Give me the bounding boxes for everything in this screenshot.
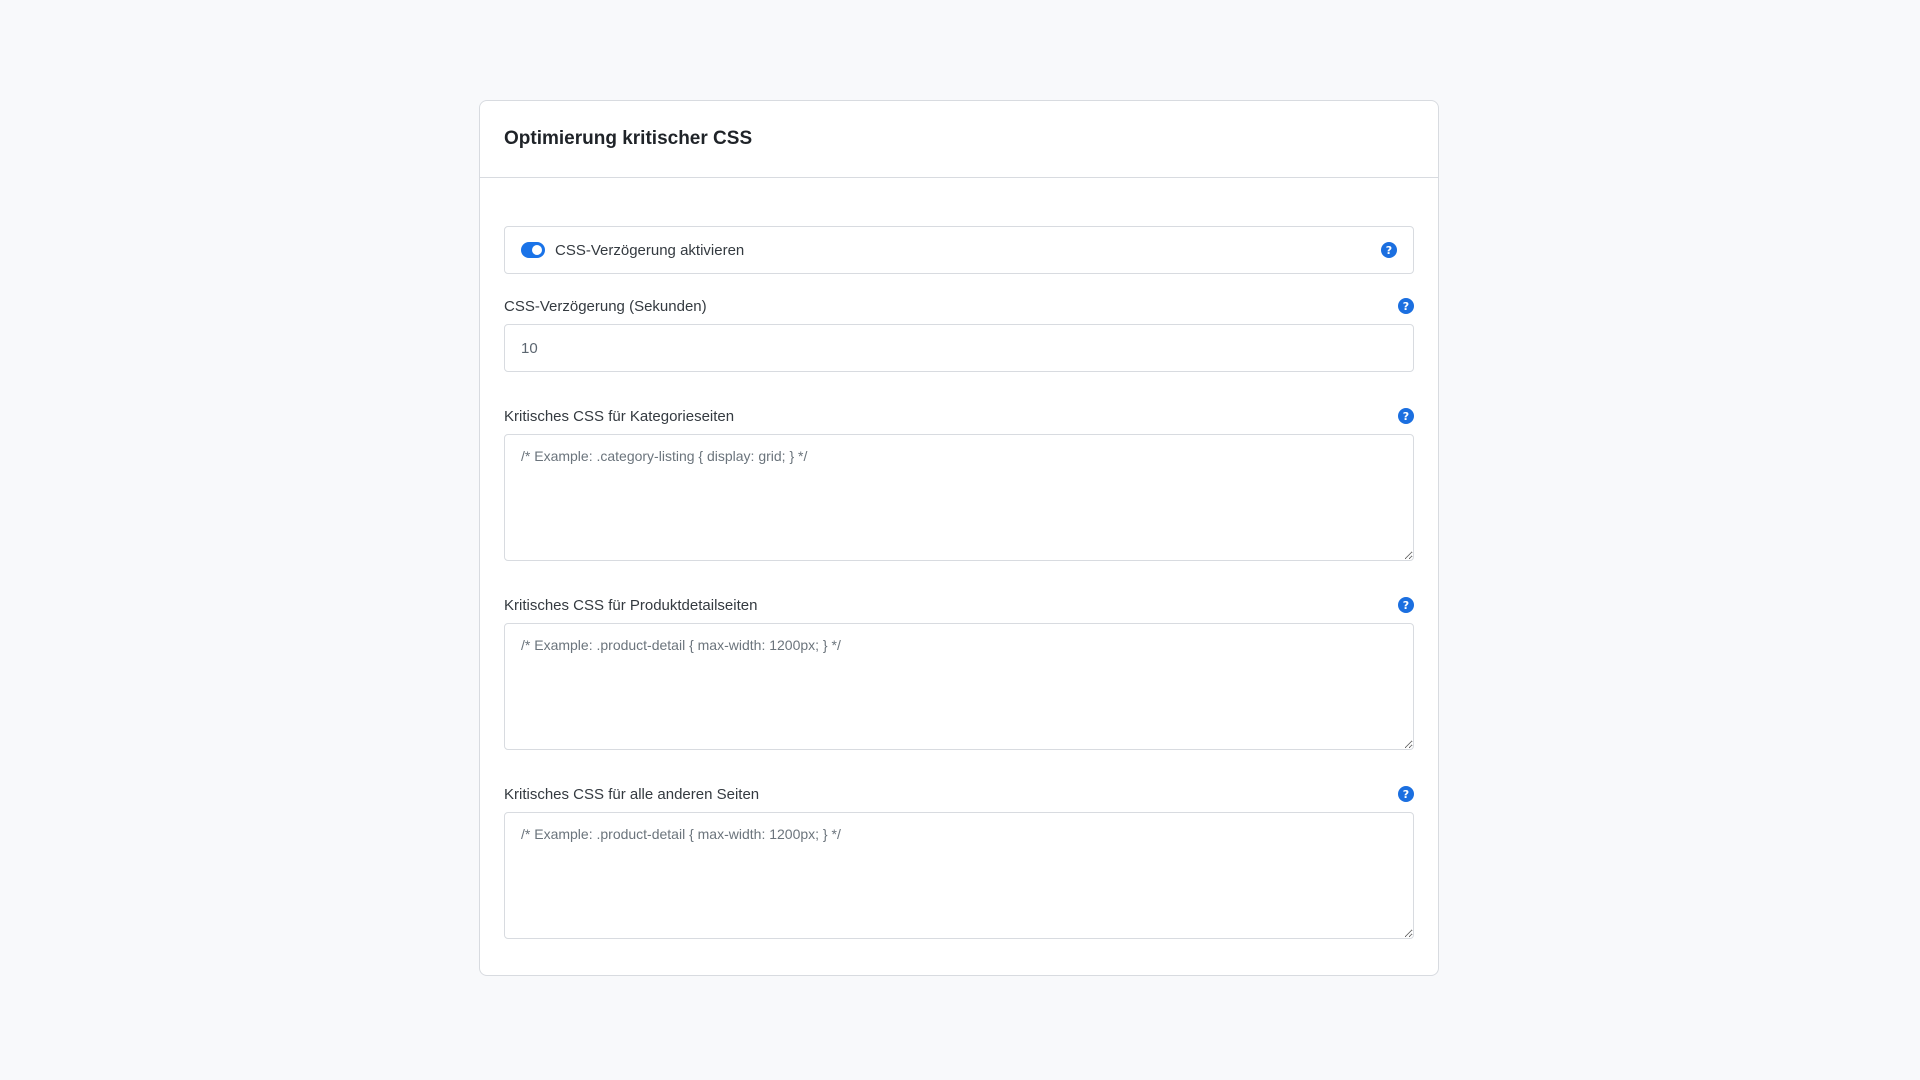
product-detail-css-field: Kritisches CSS für Produktdetailseiten ? xyxy=(504,595,1414,750)
help-icon[interactable]: ? xyxy=(1398,298,1414,314)
field-label-row: Kritisches CSS für alle anderen Seiten ? xyxy=(504,784,1414,804)
help-icon[interactable]: ? xyxy=(1398,597,1414,613)
css-delay-toggle-row: CSS-Verzögerung aktivieren ? xyxy=(504,226,1414,274)
category-css-field: Kritisches CSS für Kategorieseiten ? xyxy=(504,406,1414,561)
css-delay-seconds-field: CSS-Verzögerung (Sekunden) ? xyxy=(504,296,1414,372)
help-icon[interactable]: ? xyxy=(1398,408,1414,424)
product-detail-css-textarea[interactable] xyxy=(504,623,1414,750)
other-pages-css-label: Kritisches CSS für alle anderen Seiten xyxy=(504,785,760,803)
other-pages-css-textarea[interactable] xyxy=(504,812,1414,939)
css-delay-seconds-label: CSS-Verzögerung (Sekunden) xyxy=(504,297,707,315)
css-delay-toggle-label[interactable]: CSS-Verzögerung aktivieren xyxy=(555,242,744,259)
field-label-row: Kritisches CSS für Produktdetailseiten ? xyxy=(504,595,1414,615)
card-title: Optimierung kritischer CSS xyxy=(504,128,753,149)
settings-card: Optimierung kritischer CSS CSS-Verzögeru… xyxy=(479,100,1439,976)
css-delay-toggle-switch[interactable] xyxy=(521,242,545,258)
help-icon[interactable]: ? xyxy=(1398,786,1414,802)
css-delay-seconds-input[interactable] xyxy=(504,324,1414,372)
other-pages-css-field: Kritisches CSS für alle anderen Seiten ? xyxy=(504,784,1414,939)
card-body: CSS-Verzögerung aktivieren ? CSS-Verzöge… xyxy=(480,178,1438,939)
field-label-row: CSS-Verzögerung (Sekunden) ? xyxy=(504,296,1414,316)
category-css-textarea[interactable] xyxy=(504,434,1414,561)
card-header: Optimierung kritischer CSS xyxy=(480,101,1438,178)
product-detail-css-label: Kritisches CSS für Produktdetailseiten xyxy=(504,596,758,614)
field-label-row: Kritisches CSS für Kategorieseiten ? xyxy=(504,406,1414,426)
category-css-label: Kritisches CSS für Kategorieseiten xyxy=(504,407,735,425)
help-icon[interactable]: ? xyxy=(1381,242,1397,258)
